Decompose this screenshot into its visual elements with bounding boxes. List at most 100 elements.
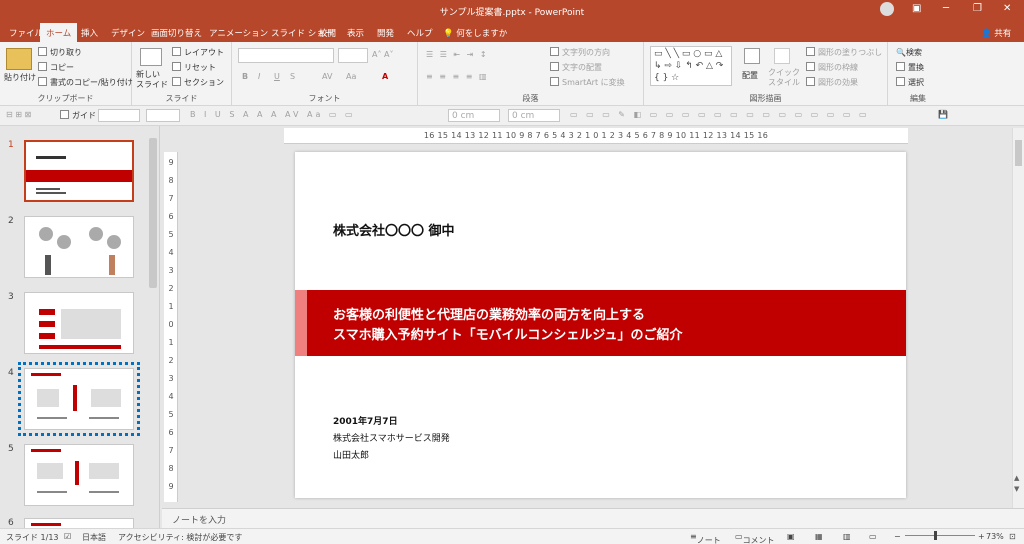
new-slide-icon[interactable]	[140, 48, 162, 66]
italic-button[interactable]: I	[258, 72, 260, 81]
reading-view-icon[interactable]: ▥	[843, 532, 851, 541]
select-button[interactable]: 選択	[896, 77, 924, 88]
tab-home[interactable]: ホーム	[40, 23, 78, 42]
normal-view-icon[interactable]: ▣	[787, 532, 795, 541]
bold-button[interactable]: B	[242, 72, 248, 81]
person-text[interactable]: 山田太郎	[333, 448, 369, 461]
quick-styles-button[interactable]: クイック スタイル	[768, 68, 800, 88]
addressee-text[interactable]: 株式会社〇〇〇 御中	[333, 220, 455, 239]
zoom-out-icon[interactable]: −	[894, 532, 901, 541]
restore-button[interactable]: ❐	[973, 3, 982, 14]
zoom-slider-thumb[interactable]	[934, 531, 937, 540]
cut-button[interactable]: 切り取り	[38, 47, 82, 58]
minimize-button[interactable]: ─	[943, 3, 949, 14]
new-slide-button[interactable]: 新しい スライド	[136, 70, 168, 90]
slides-group-label: スライド	[165, 94, 198, 103]
arrange-icon[interactable]	[744, 48, 760, 64]
cm-field-2[interactable]: 0 cm	[508, 109, 560, 122]
align-toolbar-icons[interactable]: ⊟ ⊞ ⊠	[6, 110, 31, 119]
ribbon-display-icon[interactable]: ▣	[912, 3, 921, 14]
thumbnail-slide-3[interactable]	[24, 292, 134, 354]
font-color-icon[interactable]: A	[382, 72, 388, 81]
text-direction-icon	[550, 47, 559, 56]
find-label: 検索	[905, 48, 922, 57]
quick-styles-icon[interactable]	[774, 48, 790, 64]
format-painter-label: 書式のコピー/貼り付け	[50, 78, 133, 87]
page-nav-icons[interactable]: ▲ ▼	[1014, 473, 1019, 495]
qat-field-2[interactable]	[146, 109, 180, 122]
reset-button[interactable]: リセット	[172, 62, 216, 73]
paste-icon[interactable]	[6, 48, 32, 70]
tab-transitions[interactable]: 画面切り替え	[146, 25, 207, 41]
thumbnail-slide-1[interactable]	[24, 140, 134, 202]
thumbnail-slide-4[interactable]	[18, 362, 140, 436]
tab-help[interactable]: ヘルプ	[402, 25, 438, 41]
thumbnail-slide-2[interactable]	[24, 216, 134, 278]
qat-format-icons[interactable]: B I U S A A A AV Aa ▭ ▭	[190, 110, 356, 119]
char-spacing-button[interactable]: AV	[322, 72, 332, 81]
share-button[interactable]: 👤 共有	[976, 25, 1016, 41]
underline-button[interactable]: U	[274, 72, 280, 81]
title-line-1[interactable]: お客様の利便性と代理店の業務効率の両方を向上する	[333, 304, 645, 323]
shape-fill-button[interactable]: 図形の塗りつぶし	[806, 47, 882, 58]
close-button[interactable]: ✕	[1003, 3, 1011, 14]
paragraph-group-label: 段落	[522, 94, 539, 103]
list-buttons-icon[interactable]: ☰ ☰ ⇤ ⇥ ↕	[426, 50, 489, 59]
copy-button[interactable]: コピー	[38, 62, 74, 73]
text-direction-button[interactable]: 文字列の方向	[550, 47, 610, 58]
comments-toggle[interactable]: ▭ コメント	[735, 532, 775, 544]
guide-label: ガイド	[72, 111, 96, 120]
slide-sorter-icon[interactable]: ▦	[815, 532, 823, 541]
tab-view[interactable]: 表示	[342, 25, 369, 41]
align-text-button[interactable]: 文字の配置	[550, 62, 602, 73]
arrange-button[interactable]: 配置	[742, 70, 758, 81]
font-group-label: フォント	[308, 94, 341, 103]
font-name-select[interactable]	[238, 48, 334, 63]
save-icon[interactable]: 💾	[938, 110, 948, 119]
scroll-thumb[interactable]	[1015, 140, 1022, 166]
tab-developer[interactable]: 開発	[372, 25, 399, 41]
zoom-level[interactable]: 73%	[986, 532, 1004, 541]
title-line-2[interactable]: スマホ購入予約サイト「モバイルコンシェルジュ」のご紹介	[333, 324, 682, 343]
change-case-button[interactable]: Aa	[346, 72, 356, 81]
guide-checkbox[interactable]: ガイド	[60, 110, 96, 121]
accessibility-status[interactable]: アクセシビリティ: 検討が必要です	[118, 532, 242, 543]
tab-insert[interactable]: 挿入	[76, 25, 103, 41]
notes-toggle[interactable]: ≡ ノート	[690, 532, 721, 544]
tab-animations[interactable]: アニメーション	[204, 25, 273, 41]
smartart-button[interactable]: SmartArt に変換	[550, 77, 625, 88]
format-painter-button[interactable]: 書式のコピー/貼り付け	[38, 77, 133, 88]
align-buttons-icon[interactable]: ≡ ≡ ≡ ≡ ▥	[426, 72, 489, 81]
paste-button[interactable]: 貼り付け	[4, 72, 36, 83]
cm-field-1[interactable]: 0 cm	[448, 109, 500, 122]
thumbnail-scrollbar[interactable]	[149, 138, 157, 288]
user-avatar-icon[interactable]	[880, 2, 894, 16]
date-text[interactable]: 2001年7月7日	[333, 414, 398, 427]
font-grow-icon[interactable]: A˄ A˅	[372, 50, 394, 59]
vertical-scrollbar[interactable]: ▲ ▼	[1012, 128, 1024, 528]
slide-canvas[interactable]: 株式会社〇〇〇 御中 お客様の利便性と代理店の業務効率の両方を向上する スマホ購…	[295, 152, 906, 498]
thumbnail-slide-5[interactable]	[24, 444, 134, 506]
spellcheck-icon[interactable]: ☑	[64, 532, 71, 541]
notes-pane[interactable]: ノートを入力	[162, 508, 1024, 528]
tab-tell-me[interactable]: 💡 何をしますか	[438, 25, 512, 41]
replace-button[interactable]: 置換	[896, 62, 924, 73]
font-size-select[interactable]	[338, 48, 368, 63]
tab-review[interactable]: 校閲	[314, 25, 341, 41]
shape-effects-button[interactable]: 図形の効果	[806, 77, 858, 88]
zoom-slider[interactable]	[905, 535, 975, 536]
qat-shape-icons[interactable]: ▭ ▭ ▭ ✎ ◧ ▭ ▭ ▭ ▭ ▭ ▭ ▭ ▭ ▭ ▭ ▭ ▭ ▭ ▭	[570, 110, 870, 119]
find-button[interactable]: 🔍検索	[896, 47, 922, 58]
fit-slide-icon[interactable]: ⊡	[1009, 532, 1016, 541]
slideshow-icon[interactable]: ▭	[869, 532, 877, 541]
shape-outline-button[interactable]: 図形の枠線	[806, 62, 858, 73]
shapes-gallery[interactable]: ▭ ╲ ╲ ▭ ○ ▭ △ ↳ ⇨ ⇩ ↰ ↶ △ ↷ { } ☆	[650, 46, 732, 86]
strike-button[interactable]: S	[290, 72, 295, 81]
company-text[interactable]: 株式会社スマホサービス開発	[333, 431, 450, 444]
qat-field-1[interactable]	[98, 109, 140, 122]
layout-button[interactable]: レイアウト	[172, 47, 224, 58]
zoom-in-icon[interactable]: +	[978, 532, 985, 541]
section-button[interactable]: セクション	[172, 77, 224, 88]
language-indicator[interactable]: 日本語	[82, 532, 106, 543]
tab-design[interactable]: デザイン	[106, 25, 150, 41]
